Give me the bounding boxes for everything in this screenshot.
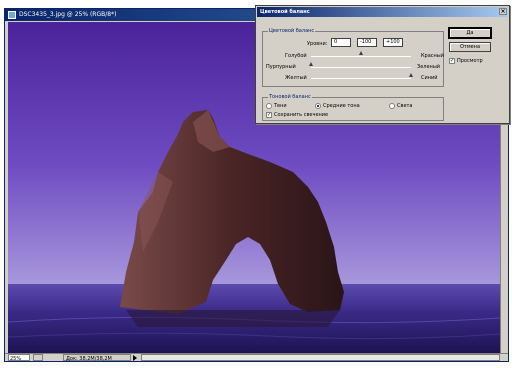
photoshop-icon [8,11,16,19]
dialog-title: Цветовой баланс [260,9,310,15]
preserve-luminosity-checkbox[interactable]: ✓ [266,112,272,118]
slider-red-label: Красный [421,53,445,59]
status-menu-arrow-icon[interactable] [133,355,137,361]
midtones-label: Средние тона [323,103,360,109]
cyan-red-slider[interactable] [311,56,411,57]
slider-green-label: Зеленый [417,64,441,70]
color-balance-group-title: Цветовой баланс [268,28,316,34]
status-bar: 25% Док: 38,2M/38,2M [5,353,508,362]
cancel-button[interactable]: Отмена [449,42,491,52]
midtones-radio[interactable] [315,103,321,109]
preview-checkbox[interactable]: ✓ [449,58,455,64]
yellow-blue-slider-thumb[interactable] [409,73,413,77]
close-icon[interactable]: × [499,8,507,15]
level-yellow-blue-input[interactable]: +100 [383,38,403,47]
status-preview-button[interactable] [33,354,43,361]
magenta-green-slider[interactable] [311,67,411,68]
slider-yellow-label: Желтый [285,75,307,81]
preserve-luminosity-label: Сохранить свечение [274,112,329,118]
zoom-field[interactable]: 25% [8,354,30,362]
ok-button[interactable]: Да [448,27,492,39]
level-magenta-green-input[interactable]: -100 [357,38,377,47]
highlights-radio[interactable] [389,103,395,109]
document-title: DSC3435_3.jpg @ 25% (RGB/8*) [19,11,117,18]
slider-cyan-label: Голубой [285,53,307,59]
horizontal-scrollbar[interactable] [141,354,500,361]
color-balance-group: Цветовой баланс Уровни: 0 -100 +100 Голу… [262,28,445,87]
cyan-red-slider-thumb[interactable] [359,51,363,55]
level-cyan-red-input[interactable]: 0 [331,38,351,47]
slider-magenta-label: Пурпурный [266,64,296,70]
tone-balance-group: Тоновой баланс Тени Средние тона Света ✓… [262,94,444,121]
levels-label: Уровни: [307,41,328,47]
shadows-label: Тени [274,103,287,109]
highlights-label: Света [397,103,413,109]
shadows-radio[interactable] [266,103,272,109]
tone-balance-group-title: Тоновой баланс [268,94,312,100]
document-info: Док: 38,2M/38,2M [63,354,131,362]
dialog-titlebar[interactable]: Цветовой баланс × [257,7,508,17]
slider-blue-label: Синий [421,75,438,81]
preview-label: Просмотр [457,58,483,64]
yellow-blue-slider[interactable] [311,78,411,79]
color-balance-dialog: Цветовой баланс × Цветовой баланс Уровни… [255,5,510,124]
magenta-green-slider-thumb[interactable] [309,62,313,66]
